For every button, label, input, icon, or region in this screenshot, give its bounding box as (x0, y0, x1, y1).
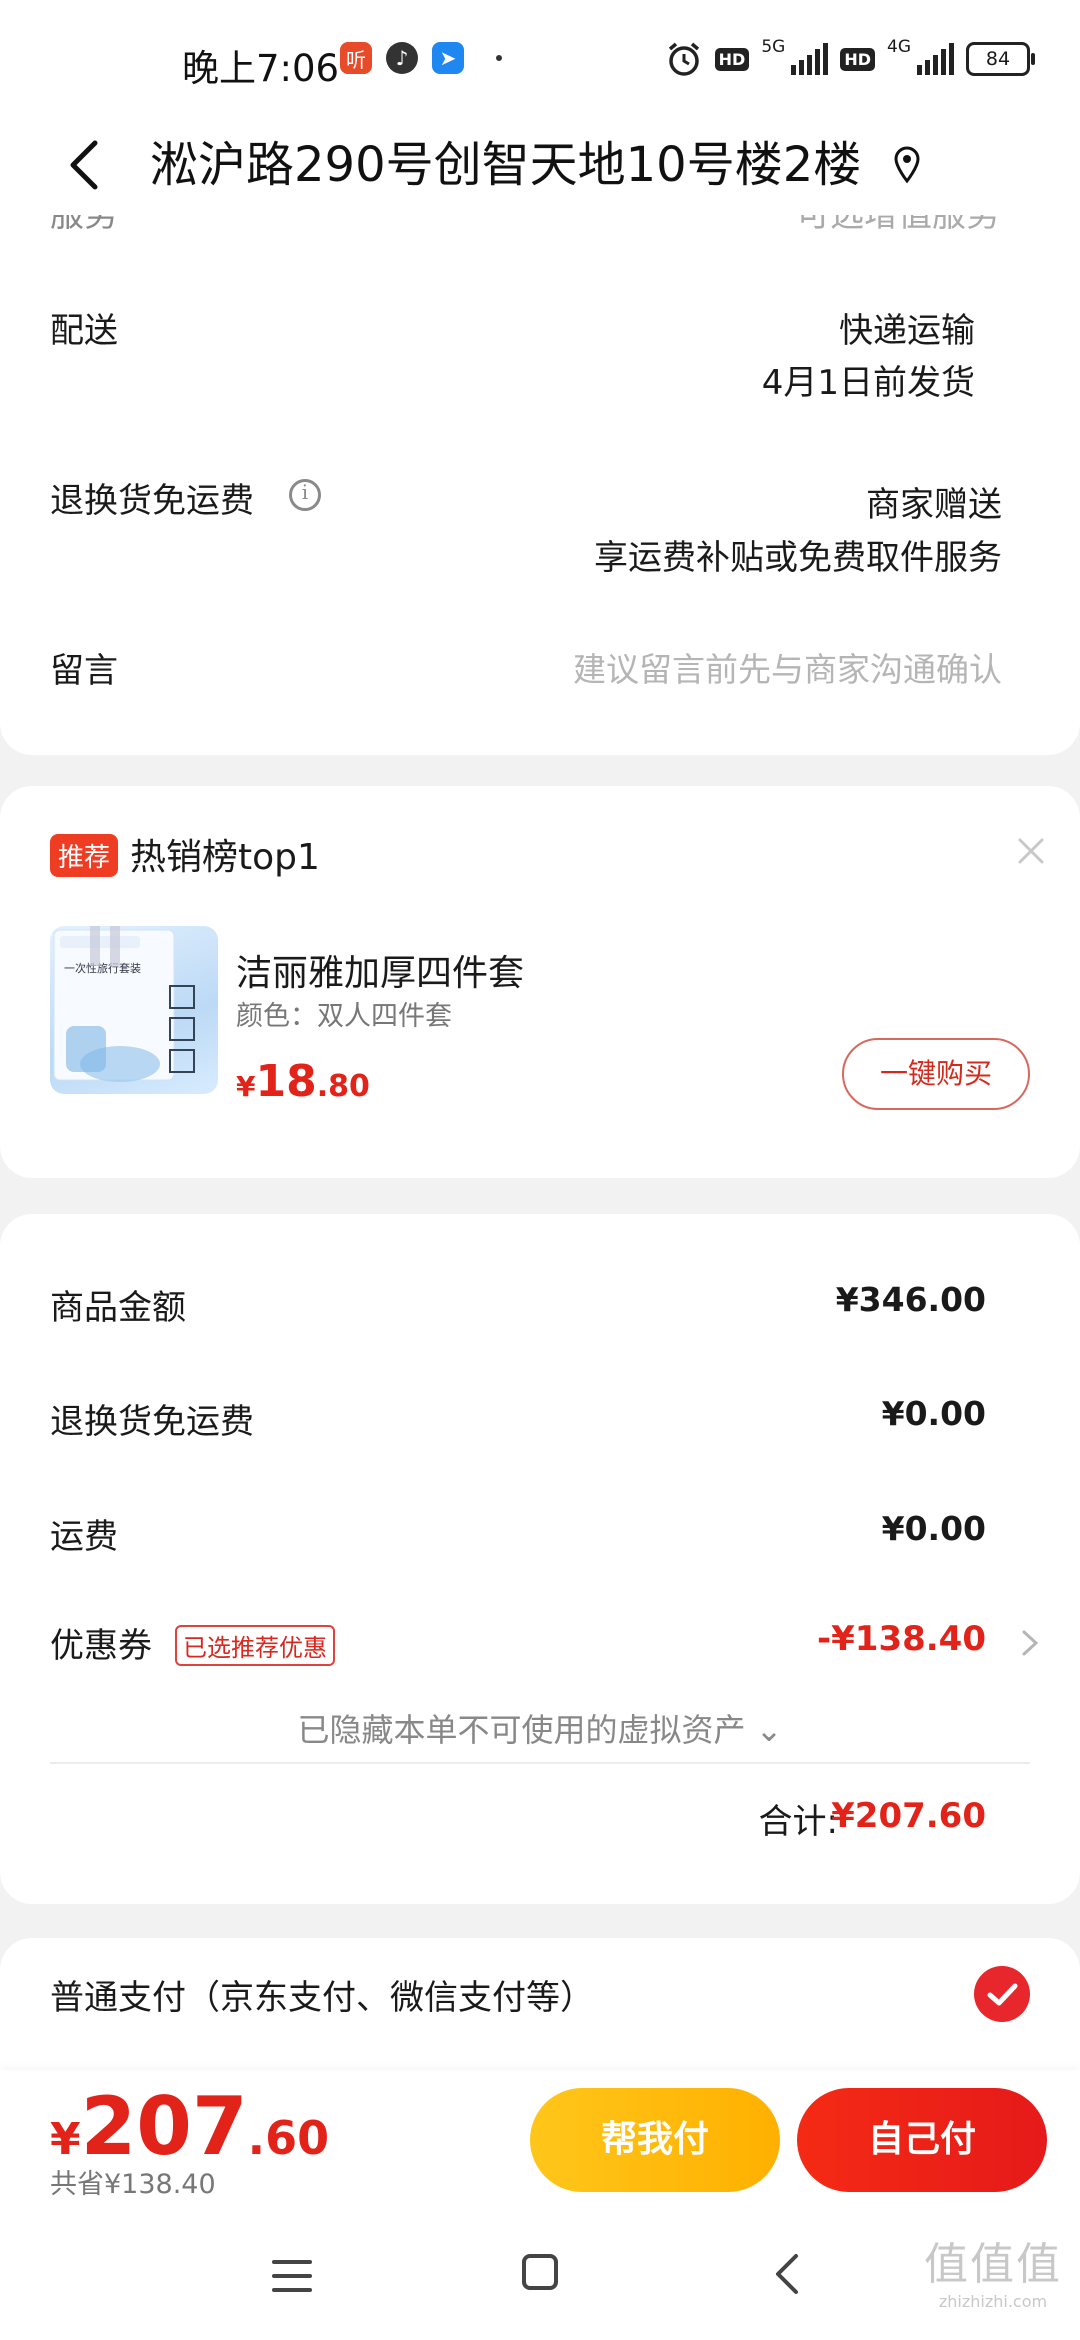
product-price-symbol: ¥ (236, 1070, 256, 1103)
coupon-label[interactable]: 优惠券 (50, 1618, 152, 1667)
message-label: 留言 (50, 651, 118, 691)
coupon-tag: 已选推荐优惠 (175, 1625, 335, 1666)
signal-icon-2 (917, 43, 954, 75)
hd-badge-2: HD (840, 47, 875, 71)
chevron-right-icon[interactable] (1018, 1626, 1042, 1660)
checkout-bar: ¥207.60 共省¥138.40 帮我付 自己付 (0, 2070, 1080, 2210)
recommend-card: 推荐 热销榜top1 一次性旅行套装 洁丽雅加厚四件套 颜色：双人四件套 ¥18… (0, 786, 1080, 1178)
delivery-method[interactable]: 快递运输 (839, 303, 975, 352)
shipping-label: 运费 (50, 1517, 118, 1557)
product-spec: 颜色：双人四件套 (236, 1001, 452, 1032)
service-value: 可选增值服务 (796, 215, 1000, 235)
one-click-buy-button[interactable]: 一键购买 (842, 1038, 1030, 1110)
battery-icon: 84 (966, 42, 1035, 76)
nav-back-icon[interactable] (772, 2252, 802, 2296)
info-icon[interactable] (289, 479, 321, 511)
return-fee-label: 退换货免运费 (50, 1402, 254, 1442)
status-time: 晚上7:06 (182, 47, 340, 90)
address-title[interactable]: 淞沪路290号创智天地10号楼2楼 (150, 125, 861, 195)
watermark-url: zhizhizhi.com (938, 2292, 1048, 2311)
product-image-caption: 一次性旅行套装 (64, 961, 141, 975)
system-nav-bar (0, 2210, 1080, 2340)
goods-amount-label: 商品金额 (50, 1288, 186, 1328)
product-price-int: 18 (255, 1056, 317, 1107)
network-4g: 4G (887, 37, 911, 57)
arrow-app-icon: ➤ (432, 42, 464, 74)
return-label: 退换货免运费 (50, 481, 254, 521)
price-summary-card: 商品金额 ¥346.00 退换货免运费 ¥0.00 运费 ¥0.00 优惠券 已… (0, 1214, 1080, 1904)
more-notifications-icon (496, 55, 502, 61)
home-icon[interactable] (522, 2254, 558, 2290)
shipping-value: ¥0.00 (881, 1509, 986, 1548)
return-value-2: 享运费补贴或免费取件服务 (594, 538, 1002, 578)
product-price-dec: .80 (316, 1069, 370, 1104)
self-pay-button[interactable]: 自己付 (797, 2088, 1047, 2192)
signal-icon (791, 43, 829, 75)
recommend-badge: 推荐 (50, 834, 119, 877)
service-label: 服务 (50, 215, 118, 235)
recommend-title: 热销榜top1 (130, 837, 320, 878)
saved-amount: 共省¥138.40 (50, 2169, 216, 2200)
service-row-clipped[interactable]: 服务 可选增值服务 (50, 215, 1030, 237)
menu-icon[interactable] (272, 2258, 312, 2294)
page-header: 淞沪路290号创智天地10号楼2楼 (0, 115, 1080, 215)
hidden-assets-toggle[interactable]: 已隐藏本单不可使用的虚拟资产 ⌄ (0, 1705, 1080, 1751)
status-bar: 晚上7:06 听 ♪ ➤ HD 5G HD 4G 84 (0, 0, 1080, 125)
return-fee-value: ¥0.00 (881, 1394, 986, 1433)
watermark-logo: 值值值 (924, 2239, 1062, 2290)
alarm-icon (668, 42, 699, 76)
back-arrow-icon[interactable] (55, 135, 115, 195)
goods-amount-value: ¥346.00 (835, 1280, 986, 1319)
music-app-icon: ♪ (386, 42, 418, 74)
coupon-value[interactable]: -¥138.40 (817, 1619, 986, 1659)
location-pin-icon[interactable] (892, 145, 922, 185)
product-package-icon: 一次性旅行套装 (53, 926, 195, 1082)
delivery-time: 4月1日前发货 (761, 363, 975, 403)
product-name[interactable]: 洁丽雅加厚四件套 (236, 944, 524, 996)
hd-badge: HD (714, 47, 750, 71)
total-value: ¥207.60 (831, 1796, 986, 1836)
total-label: 合计: (758, 1802, 838, 1842)
pay-amount-symbol: ¥ (50, 2114, 81, 2165)
divider (50, 1762, 1030, 1764)
help-pay-button[interactable]: 帮我付 (530, 2088, 780, 2192)
product-price: ¥18.80 (236, 1056, 370, 1107)
return-value-1: 商家赠送 (866, 485, 1002, 525)
pay-amount-int: 207 (80, 2080, 248, 2173)
checkmark-icon[interactable] (974, 1966, 1030, 2022)
watermark: 值值值 zhizhizhi.com (924, 2228, 1062, 2311)
close-icon[interactable] (1014, 834, 1048, 868)
pay-amount-dec: .60 (247, 2111, 330, 2165)
status-right: HD 5G HD 4G 84 (665, 37, 1035, 78)
pay-amount: ¥207.60 (50, 2080, 329, 2173)
order-info-card: 服务 可选增值服务 配送 快递运输 4月1日前发货 退换货免运费 商家赠送 享运… (0, 215, 1080, 755)
status-app-icons: 听 ♪ ➤ (340, 42, 502, 74)
ting-app-icon: 听 (340, 42, 372, 74)
network-5g: 5G (761, 37, 786, 57)
message-input[interactable]: 建议留言前先与商家沟通确认 (573, 643, 1002, 691)
payment-method-label[interactable]: 普通支付（京东支付、微信支付等） (50, 1970, 594, 2019)
delivery-label: 配送 (50, 311, 118, 351)
product-image[interactable]: 一次性旅行套装 (50, 926, 218, 1094)
